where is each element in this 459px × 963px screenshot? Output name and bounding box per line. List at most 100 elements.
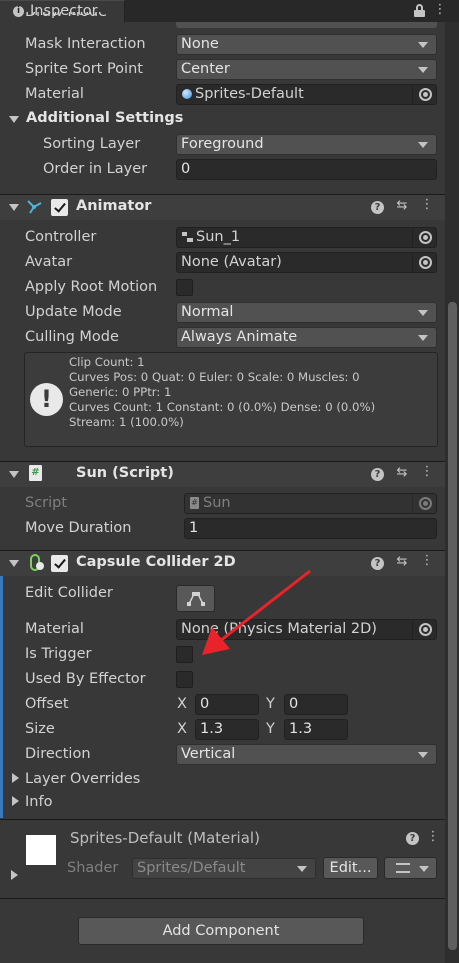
material-sphere-icon [182, 89, 192, 99]
offset-x-label[interactable]: X [177, 696, 187, 712]
sprite-sort-point-label: Sprite Sort Point [25, 61, 143, 77]
material-menu-icon[interactable]: ⋮ [425, 829, 441, 844]
order-in-layer-label: Order in Layer [43, 161, 148, 177]
scrollbar-thumb[interactable] [448, 302, 457, 950]
draw-mode-label-partial: Draw Mode [25, 12, 107, 20]
avatar-field-value: None (Avatar) [181, 254, 282, 270]
additional-settings-fold-icon[interactable] [9, 116, 19, 123]
shader-options-button[interactable] [384, 857, 437, 879]
offset-y-label[interactable]: Y [266, 696, 275, 712]
help-icon[interactable]: ? [406, 832, 419, 845]
material-section-separator [0, 819, 445, 820]
annotation-arrow [202, 569, 311, 655]
additional-settings-title[interactable]: Additional Settings [26, 110, 183, 126]
component-menu-icon[interactable]: ⋮ [419, 197, 435, 212]
object-picker-icon[interactable] [412, 85, 436, 104]
collider-material-label: Material [25, 621, 84, 637]
info-line: Curves Count: 1 Constant: 0 (0.0%) Dense… [69, 400, 376, 414]
add-component-button[interactable]: Add Component [78, 917, 364, 945]
move-duration-label: Move Duration [25, 520, 132, 536]
material-preview-thumbnail [26, 835, 56, 865]
avatar-label: Avatar [25, 254, 73, 270]
help-icon[interactable]: ? [371, 201, 384, 214]
script-fold-icon[interactable] [9, 471, 19, 478]
order-in-layer-input[interactable]: 0 [176, 159, 437, 180]
culling-mode-label: Culling Mode [25, 329, 119, 345]
sorting-layer-label: Sorting Layer [43, 136, 141, 152]
object-picker-icon[interactable] [412, 228, 436, 247]
object-picker-icon[interactable] [412, 253, 436, 272]
offset-y-input[interactable]: 0 [284, 694, 348, 715]
size-y-label[interactable]: Y [266, 721, 275, 737]
material-field[interactable]: Sprites-Default [176, 84, 437, 105]
presets-icon[interactable]: ⇆ [394, 198, 410, 213]
list-icon [396, 863, 410, 873]
animator-controller-icon [182, 232, 193, 243]
mask-interaction-label: Mask Interaction [25, 36, 146, 52]
lock-icon[interactable] [414, 4, 425, 17]
info-foldout-label[interactable]: Info [25, 794, 52, 810]
help-icon[interactable]: ? [371, 468, 384, 481]
layer-overrides-label[interactable]: Layer Overrides [25, 771, 140, 787]
animator-fold-icon[interactable] [9, 204, 19, 211]
info-line: Stream: 1 (100.0%) [69, 415, 184, 429]
sprite-sort-point-dropdown[interactable]: Center [176, 59, 437, 80]
info-line: Clip Count: 1 [69, 355, 145, 369]
mask-interaction-dropdown[interactable]: None [176, 34, 437, 55]
apply-root-motion-label: Apply Root Motion [25, 279, 158, 295]
avatar-field[interactable]: None (Avatar) [176, 252, 437, 273]
script-field-value: Sun [203, 495, 231, 511]
object-picker-icon[interactable] [412, 620, 436, 639]
script-file-icon: # [29, 465, 42, 481]
controller-label: Controller [25, 229, 97, 245]
object-picker-icon [412, 494, 436, 513]
draw-mode-dropdown-partial[interactable] [176, 22, 437, 28]
is-trigger-label: Is Trigger [25, 646, 92, 662]
help-icon[interactable]: ? [371, 557, 384, 570]
chevron-down-icon [419, 866, 429, 872]
animator-title: Animator [76, 198, 152, 214]
info-icon: i [13, 6, 24, 17]
size-y-input[interactable]: 1.3 [284, 719, 348, 740]
layer-overrides-fold-icon[interactable] [12, 773, 19, 783]
edit-collider-label: Edit Collider [25, 585, 113, 601]
offset-label: Offset [25, 696, 69, 712]
script-file-icon: # [190, 497, 199, 509]
apply-root-motion-checkbox[interactable] [176, 279, 193, 296]
collider-enabled-checkbox[interactable] [51, 555, 68, 572]
warning-icon: ! [30, 383, 63, 416]
material-field-value: Sprites-Default [195, 86, 304, 102]
add-component-separator [0, 898, 445, 899]
capsule-collider-icon [28, 553, 44, 573]
info-line: Generic: 0 PPtr: 1 [69, 385, 172, 399]
presets-icon[interactable]: ⇆ [394, 554, 410, 569]
info-fold-icon[interactable] [12, 796, 19, 806]
collider-fold-icon[interactable] [9, 560, 19, 567]
script-field: # Sun [184, 493, 437, 514]
size-x-label[interactable]: X [177, 721, 187, 737]
material-title: Sprites-Default (Material) [70, 829, 260, 847]
presets-icon[interactable]: ⇆ [394, 465, 410, 480]
animator-enabled-checkbox[interactable] [51, 199, 68, 216]
used-by-effector-checkbox[interactable] [176, 671, 193, 688]
sorting-layer-dropdown[interactable]: Foreground [176, 134, 437, 155]
update-mode-label: Update Mode [25, 304, 122, 320]
move-duration-input[interactable]: 1 [184, 518, 437, 539]
size-label: Size [25, 721, 55, 737]
offset-x-input[interactable]: 0 [195, 694, 259, 715]
script-label: Script [25, 495, 68, 511]
culling-mode-dropdown[interactable]: Always Animate [176, 327, 437, 348]
material-fold-icon[interactable] [11, 870, 18, 880]
more-options-icon[interactable]: ⋮ [432, 2, 448, 17]
size-x-input[interactable]: 1.3 [195, 719, 259, 740]
direction-dropdown[interactable]: Vertical [176, 744, 437, 765]
controller-field[interactable]: Sun_1 [176, 227, 437, 248]
selected-component-indicator [0, 550, 3, 818]
update-mode-dropdown[interactable]: Normal [176, 302, 437, 323]
material-label: Material [25, 86, 84, 102]
component-menu-icon[interactable]: ⋮ [419, 464, 435, 479]
controller-field-value: Sun_1 [196, 229, 241, 245]
component-menu-icon[interactable]: ⋮ [419, 553, 435, 568]
shader-edit-button[interactable]: Edit... [323, 857, 378, 879]
info-line: Curves Pos: 0 Quat: 0 Euler: 0 Scale: 0 … [69, 370, 360, 384]
